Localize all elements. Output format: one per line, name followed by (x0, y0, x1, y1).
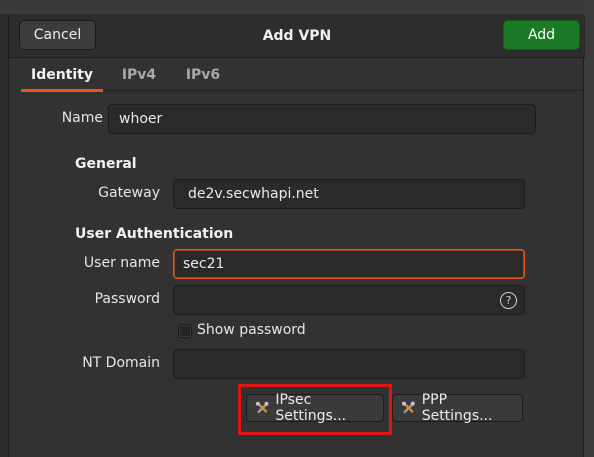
gateway-label: Gateway (98, 185, 160, 201)
dialog-title: Add VPN (262, 28, 332, 44)
tab-ipv4[interactable]: IPv4 (113, 59, 165, 91)
identity-panel: Name whoer General Gateway de2v.secwhapi… (19, 92, 585, 457)
name-label: Name (61, 110, 103, 126)
name-field-value: whoer (119, 111, 163, 127)
show-password-checkbox[interactable] (178, 324, 192, 338)
gateway-field[interactable]: de2v.secwhapi.net (173, 179, 525, 209)
password-label: Password (94, 291, 160, 307)
cancel-button[interactable]: Cancel (19, 20, 96, 50)
highlight-annotation (238, 384, 392, 435)
ppp-settings-label: PPP Settings... (421, 392, 493, 424)
ppp-settings-button[interactable]: PPP Settings... (392, 392, 523, 424)
nt-domain-field[interactable] (173, 349, 525, 379)
name-field[interactable]: whoer (108, 104, 536, 134)
username-field[interactable]: sec21 (173, 249, 525, 279)
username-label: User name (83, 255, 160, 271)
tools-icon (401, 401, 415, 414)
header-bar: Cancel Add VPN Add (9, 14, 585, 58)
gateway-field-value: de2v.secwhapi.net (188, 186, 319, 202)
window-background-right (584, 0, 594, 457)
add-button[interactable]: Add (503, 20, 580, 50)
password-field[interactable]: ? (173, 285, 525, 315)
username-field-value: sec21 (183, 256, 225, 272)
question-circle-icon[interactable]: ? (500, 292, 517, 309)
tab-identity[interactable]: Identity (21, 59, 103, 92)
general-heading: General (75, 156, 137, 172)
show-password-label[interactable]: Show password (197, 322, 306, 338)
window-background (0, 0, 594, 14)
tab-ipv6[interactable]: IPv6 (177, 59, 229, 91)
add-vpn-dialog: Cancel Add VPN Add Identity IPv4 IPv6 Na… (8, 14, 585, 457)
user-authentication-heading: User Authentication (75, 226, 234, 242)
nt-domain-label: NT Domain (82, 355, 160, 371)
tab-bar: Identity IPv4 IPv6 (19, 59, 585, 92)
